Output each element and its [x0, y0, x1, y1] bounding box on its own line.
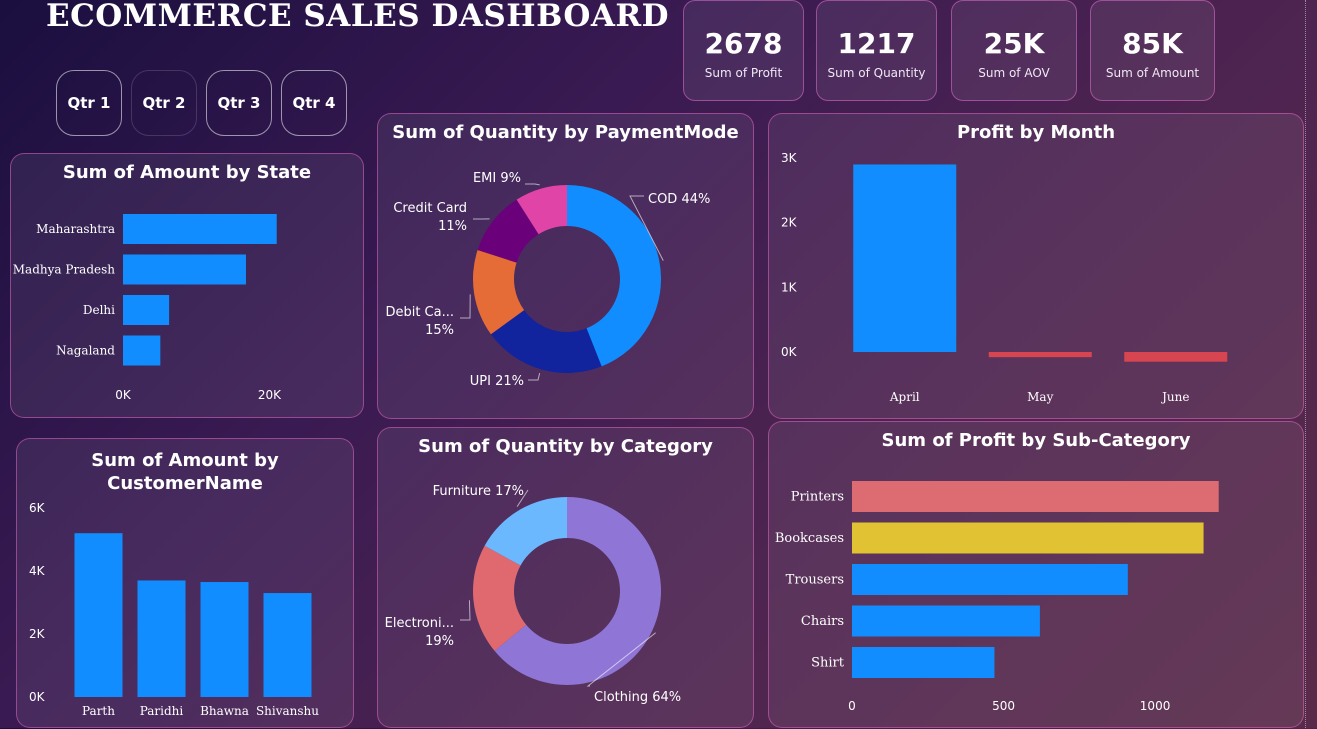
subcategory-x-tick-label: 1000	[1140, 699, 1171, 713]
qtr-4-button[interactable]: Qtr 4	[281, 70, 347, 136]
qtr-1-button[interactable]: Qtr 1	[56, 70, 122, 136]
profit-by-subcategory-card: Sum of Profit by Sub-Category PrintersBo…	[768, 421, 1304, 728]
month-category-label: April	[889, 390, 920, 404]
payment-slice-label: UPI 21%	[470, 374, 524, 389]
subcategory-bar	[852, 481, 1219, 512]
payment-slice-label: Debit Ca...	[385, 305, 454, 320]
month-bar	[989, 352, 1092, 357]
amount-by-state-chart: Maharashtra Madhya Pradesh Delhi Nagaland 0K…	[11, 154, 365, 419]
subcategory-category-label: Bookcases	[775, 531, 844, 546]
payment-leader-line	[460, 294, 470, 318]
month-y-tick-label: 0K	[781, 345, 798, 359]
subcategory-category-label: Chairs	[801, 614, 844, 629]
month-bar	[1124, 352, 1227, 362]
quantity-by-paymentmode-chart: COD 44% UPI 21% Debit Ca... 15% Credit Card 1…	[378, 114, 755, 420]
kpi-profit-value: 2678	[684, 27, 803, 60]
payment-leader-line	[525, 184, 540, 185]
customer-bar	[264, 593, 312, 697]
subcategory-category-label: Trousers	[786, 573, 844, 588]
state-x-tick-label: 0K	[115, 388, 132, 402]
subcategory-category-label: Shirt	[811, 656, 845, 671]
kpi-profit-label: Sum of Profit	[684, 66, 803, 80]
customer-bar	[138, 580, 186, 697]
amount-by-customer-chart: 0K 2K 4K 6K Parth Paridhi Bhawna Shivanshu	[17, 439, 355, 729]
payment-slice-label: EMI 9%	[473, 171, 521, 186]
customer-category-label: Shivanshu	[256, 704, 319, 718]
kpi-quantity-card: 1217 Sum of Quantity	[816, 0, 937, 101]
category-slice-label: Electroni...	[385, 616, 454, 631]
state-category-label: Nagaland	[56, 344, 115, 358]
customer-y-tick-label: 0K	[29, 690, 46, 704]
month-bar	[853, 164, 956, 352]
state-category-label: Maharashtra	[36, 222, 115, 236]
payment-slice-percent: 11%	[438, 219, 467, 234]
state-bar	[123, 295, 169, 325]
month-category-label: May	[1027, 390, 1053, 404]
quantity-by-category-card: Sum of Quantity by Category Clothing 64%…	[377, 427, 754, 728]
state-category-label: Delhi	[83, 303, 115, 317]
customer-y-tick-label: 4K	[29, 564, 46, 578]
customer-category-label: Bhawna	[200, 704, 249, 718]
profit-by-month-chart: 0K 1K 2K 3K April May June	[769, 114, 1305, 420]
state-category-label: Madhya Pradesh	[13, 263, 116, 277]
state-bar	[123, 255, 246, 285]
kpi-aov-label: Sum of AOV	[952, 66, 1076, 80]
kpi-aov-value: 25K	[952, 27, 1076, 60]
profit-by-subcategory-chart: Printers Bookcases Trousers Chairs Shirt 0 500…	[769, 422, 1305, 729]
customer-bar	[75, 533, 123, 697]
category-slice-label: Clothing 64%	[594, 690, 681, 705]
month-y-tick-label: 3K	[781, 151, 798, 165]
amount-by-state-card: Sum of Amount by State MaharashtraMadhya…	[10, 153, 364, 418]
subcategory-bar	[852, 606, 1040, 637]
subcategory-category-label: Printers	[791, 490, 844, 505]
dashboard-title: ECOMMERCE SALES DASHBOARD	[46, 0, 669, 34]
kpi-aov-card: 25K Sum of AOV	[951, 0, 1077, 101]
kpi-profit-card: 2678 Sum of Profit	[683, 0, 804, 101]
kpi-amount-label: Sum of Amount	[1091, 66, 1214, 80]
subcategory-x-tick-label: 0	[848, 699, 856, 713]
category-slice-percent: 19%	[425, 634, 454, 649]
quantity-by-paymentmode-card: Sum of Quantity by PaymentMode COD 44%UP…	[377, 113, 754, 419]
qtr-2-button[interactable]: Qtr 2	[131, 70, 197, 136]
quantity-by-category-chart: Clothing 64% Electroni... 19% Furniture 17%	[378, 428, 755, 729]
customer-y-tick-label: 2K	[29, 627, 46, 641]
page-edge-divider	[1305, 0, 1306, 728]
state-bar	[123, 336, 160, 366]
state-x-tick-label: 20K	[258, 388, 282, 402]
qtr-3-button[interactable]: Qtr 3	[206, 70, 272, 136]
kpi-amount-card: 85K Sum of Amount	[1090, 0, 1215, 101]
month-y-tick-label: 2K	[781, 216, 798, 230]
customer-bar	[201, 582, 249, 697]
kpi-quantity-value: 1217	[817, 27, 936, 60]
subcategory-bar	[852, 647, 994, 678]
subcategory-x-tick-label: 500	[992, 699, 1015, 713]
state-bar	[123, 214, 277, 244]
kpi-amount-value: 85K	[1091, 27, 1214, 60]
amount-by-customer-card: Sum of Amount by CustomerName 0K2K4K6KPa…	[16, 438, 354, 728]
customer-category-label: Parth	[82, 704, 115, 718]
customer-category-label: Paridhi	[140, 704, 184, 718]
payment-slice-label: Credit Card	[393, 201, 467, 216]
payment-leader-line	[528, 373, 540, 380]
category-leader-line	[460, 600, 470, 620]
subcategory-bar	[852, 564, 1128, 595]
profit-by-month-card: Profit by Month 0K1K2K3KAprilMayJune	[768, 113, 1304, 419]
month-y-tick-label: 1K	[781, 280, 798, 294]
kpi-quantity-label: Sum of Quantity	[817, 66, 936, 80]
payment-slice-percent: 15%	[425, 323, 454, 338]
customer-y-tick-label: 6K	[29, 501, 46, 515]
payment-slice-label: COD 44%	[648, 192, 710, 207]
category-slice-label: Furniture 17%	[433, 484, 524, 499]
month-category-label: June	[1160, 390, 1189, 404]
subcategory-bar	[852, 523, 1204, 554]
